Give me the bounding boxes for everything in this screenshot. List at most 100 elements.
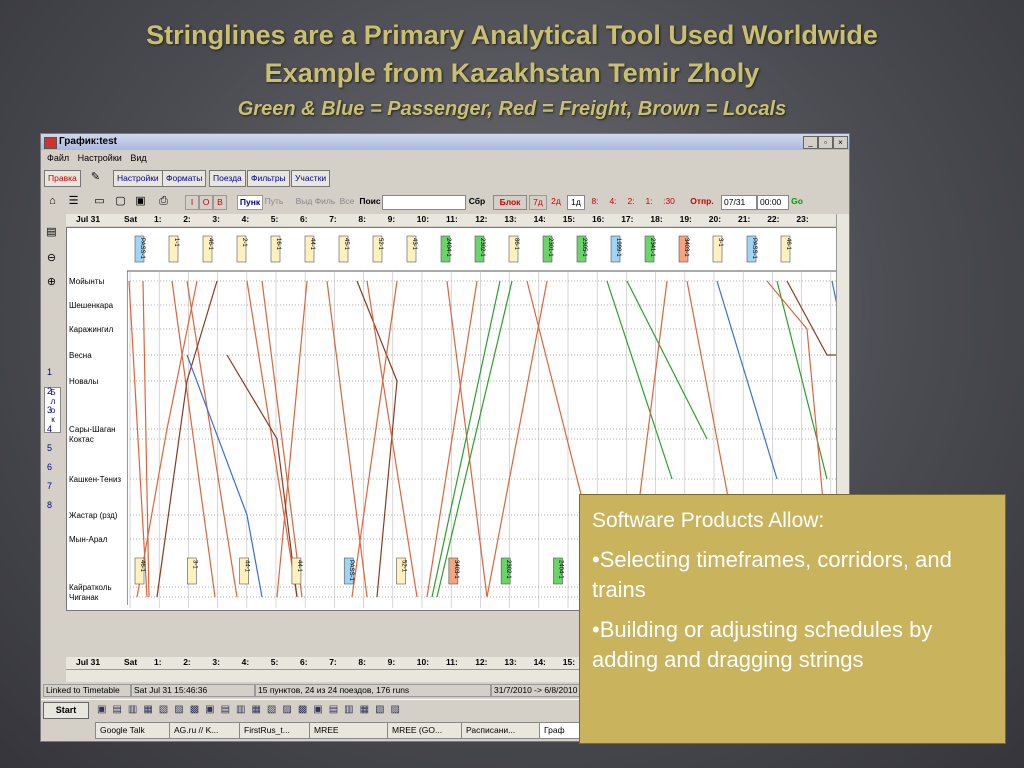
filter-toggle[interactable]: Филь [314, 195, 336, 208]
task-ag-ru[interactable]: AG.ru // K... [169, 722, 241, 739]
train-label-text: 16-1 [275, 238, 281, 251]
menu-file[interactable]: Файл [47, 153, 69, 163]
range-2h-button[interactable]: 2: [625, 195, 637, 208]
all-toggle[interactable]: Все [337, 195, 357, 208]
station-label[interactable]: Кайратколь [69, 583, 112, 592]
task-google-talk[interactable]: Google Talk [95, 722, 171, 739]
time-hour-label: 7: [329, 214, 337, 224]
mode-v-button[interactable]: B [213, 195, 227, 210]
new-folder-icon[interactable]: ▢ [114, 195, 127, 208]
time-hour-label: 14: [533, 214, 546, 224]
train-string[interactable] [606, 280, 673, 480]
range-1h-button[interactable]: 1: [643, 195, 655, 208]
range-1d-button[interactable]: 1д [567, 195, 585, 210]
maximize-button[interactable]: ▫ [818, 136, 833, 149]
formats-button[interactable]: Форматы [162, 170, 207, 187]
task-mree-go[interactable]: MREE (GO... [387, 722, 463, 739]
task-mree[interactable]: MREE [309, 722, 389, 739]
train-label-text: PASS-1 [139, 238, 145, 260]
train-label-text: 3-1 [717, 238, 723, 247]
train-label-text: 52-1 [401, 560, 407, 573]
close-button[interactable]: × [833, 136, 848, 149]
path-toggle[interactable]: Путь [263, 195, 285, 208]
station-label[interactable]: Сары-Шаган [69, 425, 116, 434]
time-hour-label: 11: [446, 214, 458, 224]
time-hour-label: 19: [679, 214, 692, 224]
point-toggle[interactable]: Пунк [237, 195, 263, 210]
link-2[interactable]: 2 [47, 386, 52, 396]
reset-button[interactable]: Сбр [466, 195, 488, 208]
window-title: График:test [59, 136, 117, 147]
save-icon[interactable]: ▣ [134, 195, 147, 208]
sections-button[interactable]: Участки [291, 170, 331, 187]
link-1[interactable]: 1 [47, 367, 52, 377]
menu-settings[interactable]: Настройки [78, 153, 122, 163]
station-label[interactable]: Шешенкара [69, 301, 113, 310]
chosen-toggle[interactable]: Выд [295, 195, 313, 208]
time-hour-label: 3: [212, 214, 220, 224]
settings-button[interactable]: Настройки [113, 170, 163, 187]
station-label[interactable]: Весна [69, 351, 92, 360]
app-icon [44, 137, 57, 149]
task-firstrus[interactable]: FirstRus_t... [239, 722, 311, 739]
link-3[interactable]: 3 [47, 405, 52, 415]
block-button[interactable]: Блок [493, 195, 527, 210]
train-string[interactable] [786, 280, 837, 356]
zoom-in-icon[interactable]: ⊕ [45, 276, 58, 289]
depart-label: Отпр. [690, 196, 714, 206]
station-label[interactable]: Коктас [69, 435, 94, 444]
station-label[interactable]: Кашкен-Тениз [69, 475, 121, 484]
brush-icon[interactable]: ✎ [89, 171, 102, 184]
train-string[interactable] [776, 280, 828, 480]
quicklaunch-icons[interactable]: ▣▤▥▦▧▨▩▣▤▥▦▧▨▩▣▤▥▦▧▨ [97, 704, 406, 715]
mode-o-button[interactable]: O [199, 195, 213, 210]
time-input[interactable]: 00:00 [757, 195, 789, 210]
menu-view[interactable]: Вид [130, 153, 146, 163]
station-label[interactable]: Мын-Арал [69, 535, 107, 544]
go-button[interactable]: Go [789, 195, 805, 208]
range-30m-button[interactable]: :30 [661, 195, 677, 208]
callout-box: Software Products Allow: •Selecting time… [579, 494, 1006, 744]
range-7d-button[interactable]: 7д [529, 195, 547, 210]
date-input[interactable]: 07/31 [721, 195, 757, 210]
time-hour-label: 13: [504, 657, 517, 667]
train-label-text: 2302-1 [505, 560, 511, 579]
train-label-text: 2301-1 [547, 238, 553, 257]
list-icon[interactable]: ☰ [67, 195, 80, 208]
link-8[interactable]: 8 [47, 500, 52, 510]
time-hour-label: 23: [796, 214, 809, 224]
link-5[interactable]: 5 [47, 443, 52, 453]
link-6[interactable]: 6 [47, 462, 52, 472]
link-4[interactable]: 4 [47, 424, 52, 434]
range-4h-button[interactable]: 4: [607, 195, 619, 208]
train-label-text: 2302-1 [479, 238, 485, 257]
window-titlebar[interactable]: График:test _ ▫ × [41, 134, 849, 150]
train-label-text: 3-1 [191, 560, 197, 569]
search-input[interactable] [382, 195, 466, 210]
edit-button[interactable]: Правка [44, 170, 81, 187]
trains-button[interactable]: Поезда [209, 170, 246, 187]
minimize-button[interactable]: _ [803, 136, 818, 149]
station-label[interactable]: Каражингил [69, 325, 113, 334]
start-button[interactable]: Start [43, 702, 89, 719]
filters-button[interactable]: Фильтры [247, 170, 290, 187]
open-folder-icon[interactable]: ▭ [93, 195, 106, 208]
zoom-out-icon[interactable]: ⊖ [45, 252, 58, 265]
time-hour-label: 10: [416, 214, 430, 224]
time-hour-label: 4: [241, 214, 250, 224]
time-hour-label: 6: [300, 214, 308, 224]
station-label[interactable]: Новалы [69, 377, 98, 386]
train-label-text: PASS-1 [751, 238, 757, 260]
page-icon[interactable]: ▤ [45, 226, 58, 239]
print-icon[interactable]: ⎙ [157, 195, 170, 208]
train-string[interactable] [716, 280, 778, 480]
range-8h-button[interactable]: 8: [589, 195, 601, 208]
link-7[interactable]: 7 [47, 481, 52, 491]
range-2d-button[interactable]: 2д [548, 195, 564, 208]
station-label[interactable]: Чиганак [69, 593, 98, 602]
task-raspisanie[interactable]: Расписани... [461, 722, 541, 739]
station-label[interactable]: Жастар (рзд) [69, 511, 117, 520]
home-icon[interactable]: ⌂ [46, 195, 59, 208]
mode-i-button[interactable]: I [185, 195, 199, 210]
station-label[interactable]: Мойынты [69, 277, 104, 286]
